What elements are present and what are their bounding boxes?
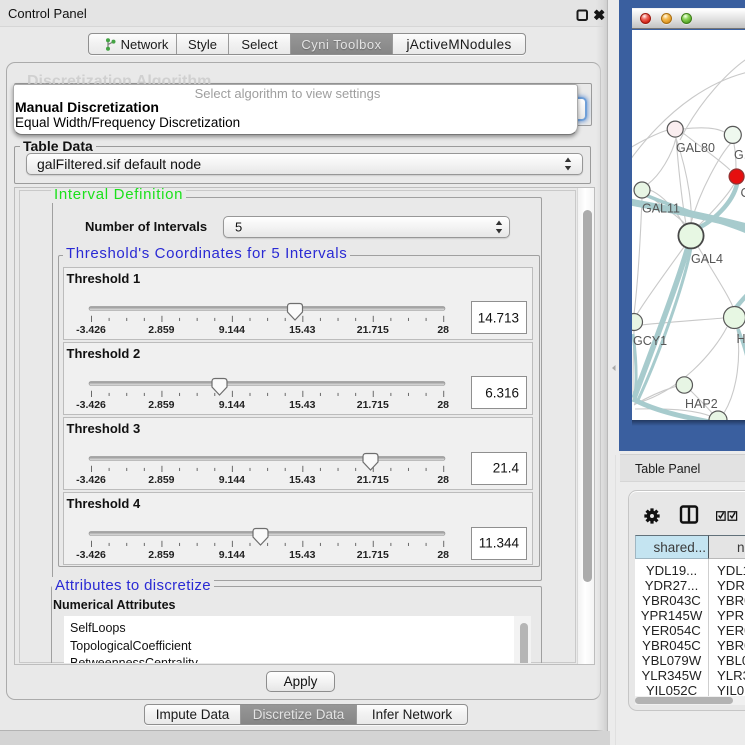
svg-text:H: H	[737, 332, 745, 346]
svg-text:G.: G.	[734, 148, 745, 162]
svg-text:GCY1: GCY1	[633, 334, 667, 348]
svg-text:GAL80: GAL80	[676, 141, 715, 155]
svg-text:HAP2: HAP2	[685, 397, 718, 411]
svg-text:C: C	[741, 186, 745, 200]
svg-text:GAL4: GAL4	[691, 252, 723, 266]
svg-text:GAL11: GAL11	[642, 202, 680, 216]
